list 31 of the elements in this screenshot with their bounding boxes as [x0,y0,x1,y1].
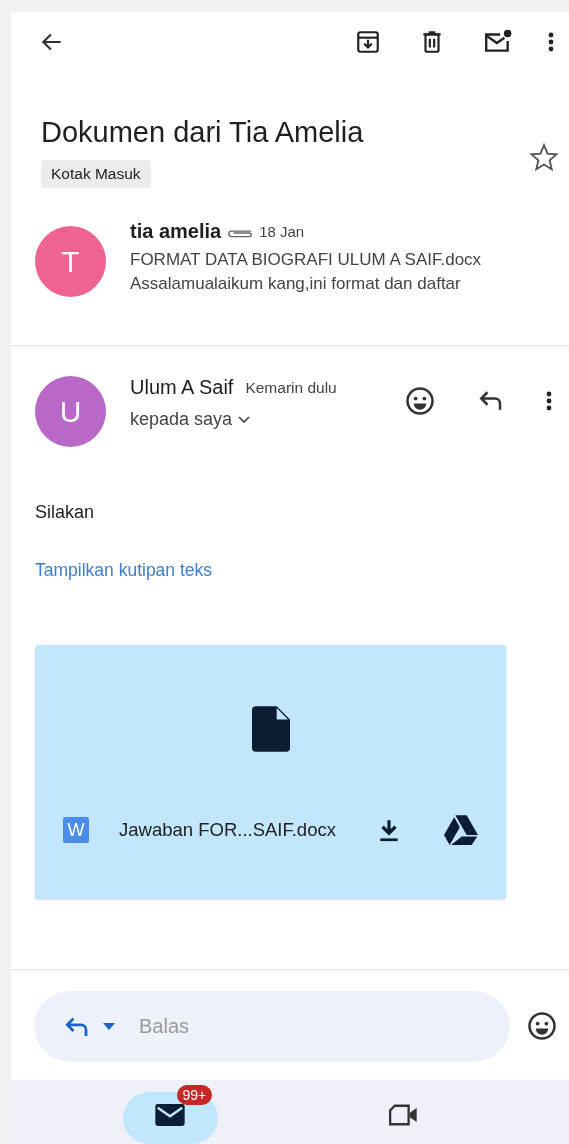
avatar: U [35,376,106,447]
message-date: Kemarin dulu [245,378,337,397]
recipient-toggle[interactable]: kepada saya [130,409,381,430]
video-camera-icon [389,1104,419,1126]
reply-field[interactable]: Balas [137,1013,441,1039]
mail-tab[interactable] [122,1092,218,1144]
message-snippet: Assalamualaikum kang,ini format dan daftar [130,273,462,295]
sender-name: tia amelia [130,220,222,243]
message-body: Silakan [35,502,96,523]
attachment-card[interactable]: W Jawaban FOR...SAIF.docx [35,645,506,899]
email-subject: Dokumen dari Tia Amelia [41,115,365,150]
show-quoted-text-link[interactable]: Tampilkan kutipan teks [35,560,213,581]
label-chip: Kotak Masuk [41,160,151,188]
emoji-icon[interactable] [527,1011,557,1041]
file-icon [251,705,290,753]
word-file-icon: W [63,817,89,843]
unread-badge: 99+ [176,1085,213,1105]
emoji-icon[interactable] [405,386,435,416]
attachment-filename: Jawaban FOR...SAIF.docx [119,819,337,841]
drive-triangle-icon[interactable] [444,815,478,845]
star-icon[interactable] [529,142,559,172]
dropdown-caret-icon[interactable] [103,1022,115,1030]
archive-icon[interactable] [355,29,381,55]
chevron-down-icon [238,415,251,424]
mail-icon [155,1104,185,1126]
message-date: 18 Jan [259,223,305,240]
attachment-subject: FORMAT DATA BIOGRAFI ULUM A SAIF.docx [130,249,482,271]
sender-name: Ulum A Saif [130,376,234,399]
mail-unread-icon[interactable] [483,29,513,55]
avatar: T [35,226,106,297]
reply-bar[interactable]: Balas [34,990,510,1062]
